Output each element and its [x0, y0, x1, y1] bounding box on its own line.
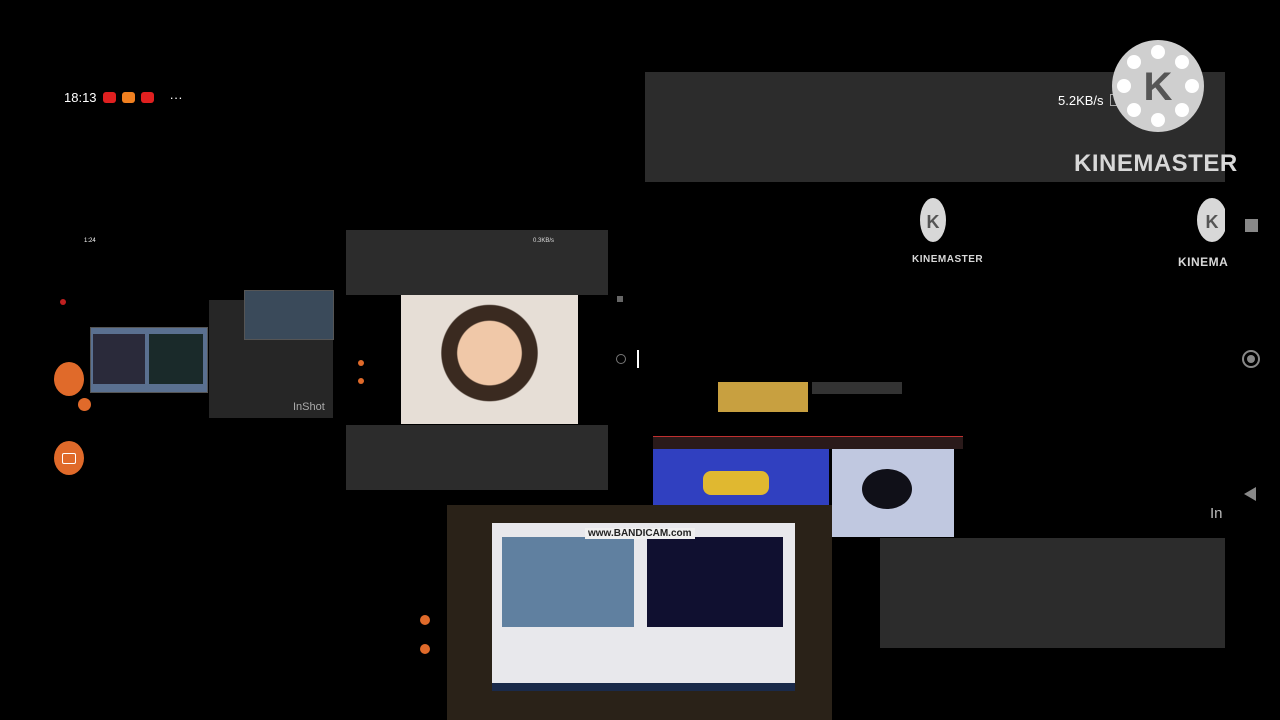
inshot-watermark-2: In — [1210, 505, 1223, 522]
status-time: 18:13 — [64, 90, 97, 105]
youtube-notification-icon-2 — [140, 92, 154, 103]
cursor-marker — [637, 350, 639, 368]
back-icon[interactable] — [1244, 487, 1256, 501]
kinemaster-watermark-small: KINEMASTER — [912, 254, 984, 265]
nested-editor-toolbar — [653, 436, 963, 449]
small-orange-dot-1 — [358, 360, 364, 366]
inshot-watermark: InShot — [293, 401, 325, 413]
small-network-speed: 0.3KB/s — [533, 238, 555, 244]
nested-kinemaster-thumbnail — [244, 290, 334, 340]
laptop-screen — [492, 523, 795, 691]
home-icon[interactable] — [1242, 350, 1260, 368]
small-orange-dot-2 — [358, 378, 364, 384]
brush-icon[interactable] — [54, 362, 84, 396]
camera-icon[interactable] — [54, 441, 84, 475]
more-notifications: ··· — [169, 90, 183, 105]
square-icon[interactable] — [1245, 219, 1258, 232]
kinemaster-logo-icon-small-2: K — [1195, 198, 1225, 246]
small-square-icon — [617, 296, 623, 302]
kinemaster-logo-icon: K — [1110, 38, 1206, 134]
record-dot-icon — [60, 299, 66, 305]
status-bar: 18:13 ··· — [64, 90, 183, 105]
kinemaster-watermark: KINEMASTER — [1074, 150, 1238, 177]
nested-video-splash — [832, 449, 954, 537]
app-notification-icon — [121, 92, 135, 103]
preview-panel-bottom-right — [880, 538, 1225, 648]
kinemaster-logo-icon-small: K — [918, 198, 948, 246]
bandicam-watermark: www.BANDICAM.com — [585, 528, 695, 539]
small-orange-dot-3 — [420, 615, 430, 625]
nested-youtube-thumbnail — [718, 382, 808, 412]
small-orange-dot-4 — [420, 644, 430, 654]
small-home-icon — [616, 354, 626, 364]
svg-text:K: K — [1206, 212, 1219, 232]
svg-text:K: K — [927, 212, 940, 232]
youtube-notification-icon — [102, 92, 116, 103]
nested-video-blue — [653, 449, 829, 505]
small-status-time: 1:24 — [84, 238, 96, 244]
nested-screenshot-thumbnail — [90, 327, 208, 393]
network-speed: 5.2KB/s — [1058, 92, 1104, 108]
small-orange-button[interactable] — [78, 398, 91, 411]
svg-text:K: K — [1144, 65, 1173, 109]
video-frame-person — [401, 295, 578, 424]
kinemaster-watermark-small-2: KINEMA — [1178, 255, 1229, 269]
nested-youtube-title — [812, 382, 902, 394]
